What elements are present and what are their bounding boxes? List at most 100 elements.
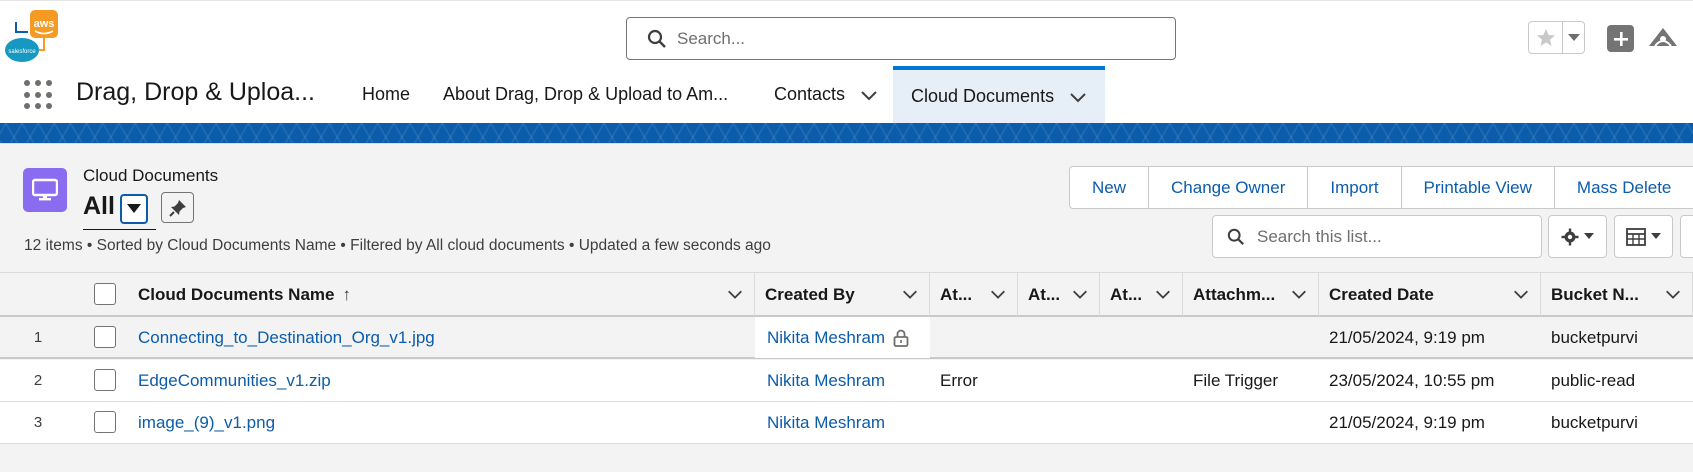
created-by-link[interactable]: Nikita Meshram [767, 402, 930, 443]
waffle-icon[interactable] [24, 80, 54, 110]
column-header-select [86, 273, 128, 316]
select-all-checkbox[interactable] [94, 283, 116, 305]
row-checkbox[interactable] [94, 369, 116, 391]
chevron-down-icon[interactable] [859, 85, 879, 105]
mass-delete-button[interactable]: Mass Delete [1553, 166, 1693, 209]
row-number: 3 [33, 414, 43, 431]
list-search-placeholder: Search this list... [1257, 226, 1382, 246]
app-navigation-bar: Drag, Drop & Uploa... Home About Drag, D… [0, 66, 1693, 123]
at-3-cell [1110, 360, 1183, 401]
global-header: aws salesforce Search... [0, 0, 1693, 66]
gear-icon [1561, 228, 1579, 245]
at-3-cell [1110, 317, 1183, 358]
at-2-cell [1028, 402, 1100, 443]
chevron-down-icon[interactable] [1071, 285, 1089, 303]
favorites-control[interactable] [1528, 21, 1585, 54]
at-1-cell [940, 317, 1018, 358]
aws-salesforce-logo-icon[interactable]: aws salesforce [4, 10, 60, 64]
nav-item-about[interactable]: About Drag, Drop & Upload to Am... [443, 66, 728, 123]
column-header-row-number [0, 273, 86, 316]
created-date-cell: 21/05/2024, 9:19 pm [1329, 412, 1485, 432]
created-by-cell: Nikita Meshram [755, 317, 930, 358]
chevron-down-icon [1584, 233, 1594, 239]
nav-item-home[interactable]: Home [362, 66, 410, 123]
at-1-cell: Error [940, 370, 978, 390]
list-actions: New Change Owner Import Printable View M… [1069, 166, 1693, 209]
list-settings-button[interactable] [1548, 215, 1607, 258]
document-name-link[interactable]: EdgeCommunities_v1.zip [138, 360, 738, 401]
change-owner-button[interactable]: Change Owner [1148, 166, 1308, 209]
list-view-name[interactable]: All [83, 192, 115, 221]
column-header-created-by[interactable]: Created By [755, 273, 930, 316]
nav-item-cloud-documents[interactable]: Cloud Documents [893, 66, 1105, 123]
column-label: At... [1028, 284, 1061, 304]
column-header-created-date[interactable]: Created Date [1319, 273, 1541, 316]
column-label: At... [940, 284, 973, 304]
attachment-cell: File Trigger [1193, 370, 1279, 390]
chevron-down-icon[interactable] [1154, 285, 1172, 303]
chevron-down-icon[interactable] [989, 285, 1007, 303]
list-view-switcher-chevron-down-icon[interactable] [120, 194, 148, 224]
table-row: 1 Connecting_to_Destination_Org_v1.jpg N… [0, 317, 1693, 359]
column-header-attachment[interactable]: Attachm... [1183, 273, 1319, 316]
row-checkbox[interactable] [94, 411, 116, 433]
star-icon[interactable] [1529, 22, 1563, 53]
new-button[interactable]: New [1069, 166, 1149, 209]
nav-item-label: Contacts [774, 84, 846, 104]
attachment-cell [1193, 402, 1319, 443]
chevron-down-icon[interactable] [1512, 285, 1530, 303]
chevron-down-icon[interactable] [726, 285, 744, 303]
attachment-cell [1193, 317, 1319, 358]
list-view-card: Cloud Documents All New Change Owner Imp… [0, 143, 1693, 472]
document-name-link[interactable]: Connecting_to_Destination_Org_v1.jpg [138, 317, 738, 358]
plus-icon[interactable] [1607, 25, 1634, 52]
created-by-link[interactable]: Nikita Meshram [767, 328, 885, 348]
nav-item-label: Cloud Documents [911, 86, 1055, 106]
document-name-link[interactable]: image_(9)_v1.png [138, 402, 738, 443]
table-row: 2 EdgeCommunities_v1.zip Nikita Meshram … [0, 360, 1693, 402]
table-header: Cloud Documents Name ↑ Created By At... … [0, 272, 1693, 317]
at-2-cell [1028, 317, 1100, 358]
row-checkbox[interactable] [94, 326, 116, 348]
chevron-down-icon [1651, 233, 1661, 239]
column-header-at-3[interactable]: At... [1100, 273, 1183, 316]
list-view-underline [83, 229, 156, 230]
column-header-bucket-name[interactable]: Bucket N... [1541, 273, 1693, 316]
column-header-at-1[interactable]: At... [930, 273, 1018, 316]
svg-text:aws: aws [34, 18, 55, 30]
search-icon [647, 29, 667, 49]
at-3-cell [1110, 402, 1183, 443]
nav-item-label: Home [362, 84, 411, 104]
row-number: 1 [33, 329, 43, 346]
global-search-input[interactable]: Search... [626, 17, 1176, 60]
favorites-dropdown-chevron-down-icon[interactable] [1563, 22, 1584, 53]
table-icon [1626, 227, 1646, 246]
bucket-name-cell: bucketpurvi [1551, 327, 1638, 347]
trailhead-icon[interactable] [1647, 24, 1679, 54]
nav-item-label: About Drag, Drop & Upload to Am... [443, 84, 729, 104]
pin-icon[interactable] [161, 192, 194, 223]
column-label: Attachm... [1193, 284, 1276, 304]
display-as-button[interactable] [1614, 215, 1673, 258]
import-button[interactable]: Import [1307, 166, 1401, 209]
chevron-down-icon[interactable] [901, 285, 919, 303]
search-icon [1227, 228, 1244, 245]
brand-band [0, 123, 1693, 143]
column-label: Bucket N... [1551, 284, 1639, 304]
created-date-cell: 23/05/2024, 10:55 pm [1329, 370, 1495, 390]
list-search-input[interactable]: Search this list... [1212, 215, 1542, 258]
bucket-name-cell: public-read [1551, 370, 1636, 390]
chevron-down-icon[interactable] [1664, 285, 1682, 303]
column-header-cloud-documents-name[interactable]: Cloud Documents Name ↑ [128, 273, 755, 316]
column-label: Created By [765, 284, 855, 304]
at-2-cell [1028, 360, 1100, 401]
app-name: Drag, Drop & Uploa... [76, 78, 315, 106]
chevron-down-icon[interactable] [1068, 87, 1088, 107]
created-by-link[interactable]: Nikita Meshram [767, 360, 930, 401]
chevron-down-icon[interactable] [1290, 285, 1308, 303]
printable-view-button[interactable]: Printable View [1400, 166, 1554, 209]
table-row: 3 image_(9)_v1.png Nikita Meshram 21/05/… [0, 402, 1693, 444]
nav-item-contacts[interactable]: Contacts [774, 66, 879, 123]
column-header-at-2[interactable]: At... [1018, 273, 1100, 316]
list-extra-button[interactable] [1680, 215, 1693, 258]
